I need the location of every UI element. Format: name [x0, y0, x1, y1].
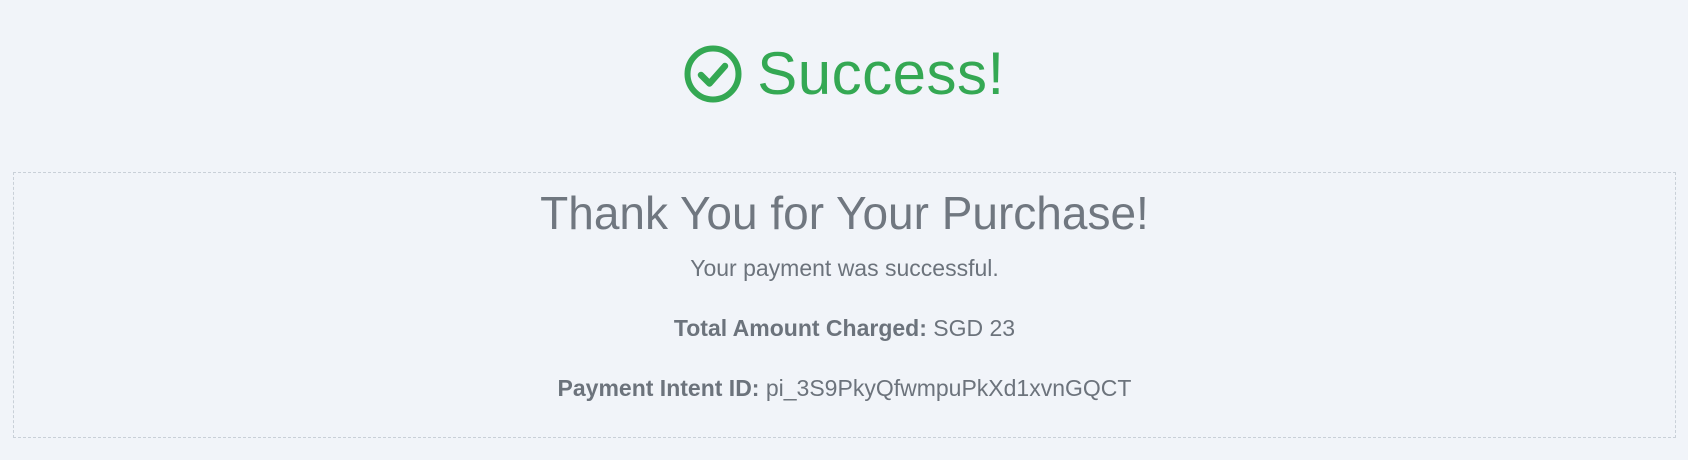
payment-intent-value: pi_3S9PkyQfwmpuPkXd1xvnGQCT	[765, 375, 1132, 401]
total-amount-row: Total Amount Charged: SGD 23	[14, 313, 1675, 343]
check-circle-icon	[683, 44, 743, 104]
success-title: Success!	[757, 40, 1005, 107]
payment-intent-label: Payment Intent ID:	[557, 375, 760, 401]
payment-intent-row: Payment Intent ID: pi_3S9PkyQfwmpuPkXd1x…	[14, 373, 1675, 403]
success-header: Success!	[0, 0, 1688, 150]
success-row: Success!	[0, 38, 1688, 110]
total-amount-label: Total Amount Charged:	[673, 315, 927, 341]
thank-you-heading: Thank You for Your Purchase!	[540, 187, 1149, 239]
payment-status-message: Your payment was successful.	[690, 255, 999, 281]
total-amount-value: SGD 23	[933, 315, 1016, 341]
confirmation-panel: Thank You for Your Purchase! Your paymen…	[13, 172, 1676, 438]
